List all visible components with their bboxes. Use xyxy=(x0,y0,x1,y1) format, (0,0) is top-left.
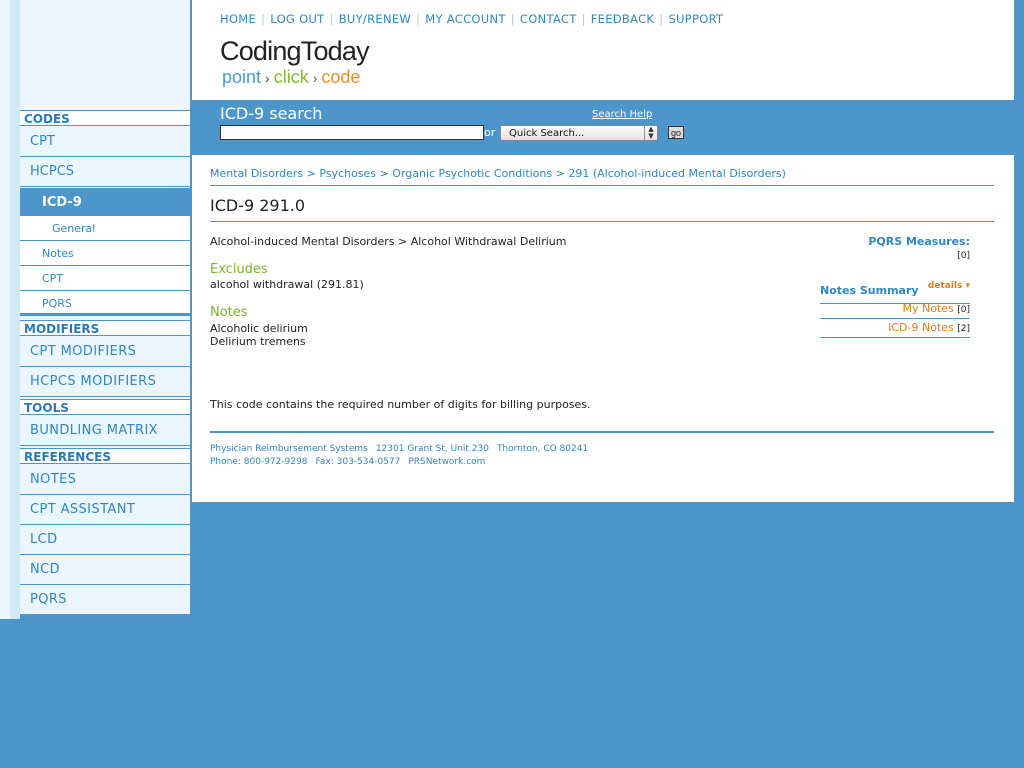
sidebar-item-cpt-modifiers[interactable]: CPT MODIFIERS xyxy=(20,337,190,367)
nav-contact-link[interactable]: CONTACT xyxy=(520,12,577,26)
sidebar-item-ncd[interactable]: NCD xyxy=(20,555,190,585)
footer-phone: Phone: 800-972-9298 xyxy=(210,457,308,467)
sidebar-sub-cpt[interactable]: CPT xyxy=(20,266,190,291)
icd9-notes-count: [2] xyxy=(957,324,970,334)
logo-tagline: point › click › code xyxy=(222,67,360,88)
tagline-click: click xyxy=(273,67,309,87)
header: HOME | LOG OUT | BUY/RENEW | MY ACCOUNT | CONTAC… xyxy=(192,0,1014,100)
left-strip xyxy=(0,0,10,619)
quick-search-value: Quick Search... xyxy=(509,128,585,139)
sidebar-item-notes[interactable]: NOTES xyxy=(20,465,190,495)
nav-separator: | xyxy=(416,12,421,26)
sidebar-header-tools: TOOLS xyxy=(20,399,190,415)
nav-buy-renew-link[interactable]: BUY/RENEW xyxy=(339,12,411,26)
footer-street: 12301 Grant St, Unit 230 xyxy=(375,444,489,454)
breadcrumb-mental-disorders[interactable]: Mental Disorders xyxy=(210,167,303,180)
page-title: ICD-9 291.0 xyxy=(210,196,994,222)
my-notes-row: My Notes [0] xyxy=(820,300,970,319)
top-nav: HOME | LOG OUT | BUY/RENEW | MY ACCOUNT | CONTAC… xyxy=(220,12,723,26)
pqrs-measures-label[interactable]: PQRS Measures: xyxy=(868,235,970,248)
main-content: Mental Disorders > Psychoses > Organic P… xyxy=(192,155,1014,502)
breadcrumb-psychoses[interactable]: Psychoses xyxy=(319,167,376,180)
select-arrows-icon: ▲ ▼ xyxy=(644,126,657,140)
notes-details-label[interactable]: details xyxy=(928,281,962,291)
tagline-arrow-icon: › xyxy=(312,70,318,86)
breadcrumb-separator: > xyxy=(379,167,389,180)
footer-divider xyxy=(210,431,994,433)
sidebar-item-lcd[interactable]: LCD xyxy=(20,525,190,555)
notes-heading: Notes xyxy=(210,305,248,320)
footer-company: Physician Reimbursement Systems xyxy=(210,444,368,454)
sidebar-item-hcpcs[interactable]: HCPCS xyxy=(20,157,190,187)
tagline-code: code xyxy=(321,67,361,87)
quick-search-select[interactable]: Quick Search... ▲ ▼ xyxy=(500,125,658,141)
icd9-notes-link[interactable]: ICD-9 Notes xyxy=(888,321,954,334)
pqrs-measures-count: [0] xyxy=(957,251,970,261)
breadcrumb-organic-psychotic[interactable]: Organic Psychotic Conditions xyxy=(392,167,552,180)
search-help-link[interactable]: Search Help xyxy=(592,109,652,120)
go-button[interactable]: go xyxy=(668,126,684,139)
my-notes-link[interactable]: My Notes xyxy=(902,302,953,315)
footer-fax: Fax: 303-534-0577 xyxy=(315,457,401,467)
breadcrumb-separator: > xyxy=(306,167,316,180)
search-input[interactable] xyxy=(220,125,484,140)
sidebar-sub-notes[interactable]: Notes xyxy=(20,241,190,266)
logo-title[interactable]: CodingToday xyxy=(220,36,370,67)
nav-separator: | xyxy=(329,12,334,26)
nav-separator: | xyxy=(581,12,586,26)
icd9-notes-row: ICD-9 Notes [2] xyxy=(820,319,970,338)
note-item: Alcoholic delirium xyxy=(210,322,308,335)
footer-site-link[interactable]: PRSNetwork.com xyxy=(408,457,485,467)
nav-separator: | xyxy=(659,12,664,26)
sidebar-item-hcpcs-modifiers[interactable]: HCPCS MODIFIERS xyxy=(20,367,190,397)
sidebar-header-modifiers: MODIFIERS xyxy=(20,320,190,336)
pqrs-measures[interactable]: PQRS Measures: [0] xyxy=(852,235,970,261)
nav-feedback-link[interactable]: FEEDBACK xyxy=(591,12,655,26)
tagline-point: point xyxy=(222,67,262,87)
sidebar-item-cpt[interactable]: CPT xyxy=(20,127,190,157)
notes-details-toggle[interactable]: details ▾ xyxy=(928,281,970,291)
sidebar-sub-general[interactable]: General xyxy=(20,216,190,241)
sidebar-header-references: REFERENCES xyxy=(20,448,190,464)
notes-summary-title: Notes Summary xyxy=(820,284,919,297)
search-bar: ICD-9 search Search Help or Quick Search… xyxy=(192,100,1014,155)
nav-my-account-link[interactable]: MY ACCOUNT xyxy=(425,12,505,26)
nav-support-link[interactable]: SUPPORT xyxy=(668,12,723,26)
left-strip-inner xyxy=(10,0,20,619)
excludes-text: alcohol withdrawal (291.81) xyxy=(210,278,364,291)
breadcrumb-separator: > xyxy=(555,167,565,180)
nav-logout-link[interactable]: LOG OUT xyxy=(270,12,324,26)
sidebar-header-codes: CODES xyxy=(20,110,190,126)
excludes-heading: Excludes xyxy=(210,262,268,277)
nav-separator: | xyxy=(510,12,515,26)
note-item: Delirium tremens xyxy=(210,335,306,348)
tagline-arrow-icon: › xyxy=(265,70,270,86)
breadcrumb-291[interactable]: 291 (Alcohol-induced Mental Disorders) xyxy=(568,167,786,180)
nav-home-link[interactable]: HOME xyxy=(220,12,256,26)
breadcrumb: Mental Disorders > Psychoses > Organic P… xyxy=(210,167,994,186)
chevron-down-icon: ▾ xyxy=(965,281,970,291)
sidebar-item-bundling-matrix[interactable]: BUNDLING MATRIX xyxy=(20,416,190,446)
footer-city: Thornton, CO 80241 xyxy=(496,444,589,454)
nav-separator: | xyxy=(261,12,266,26)
footer-contact: Phone: 800-972-9298 Fax: 303-534-0577 PRSN… xyxy=(210,457,485,467)
billing-note: This code contains the required number o… xyxy=(210,398,591,411)
sidebar-item-pqrs[interactable]: PQRS xyxy=(20,585,190,615)
sidebar-sub-pqrs[interactable]: PQRS xyxy=(20,291,190,316)
search-title: ICD-9 search xyxy=(220,104,323,123)
code-description: Alcohol-induced Mental Disorders > Alcoh… xyxy=(210,235,567,248)
search-or-label: or xyxy=(484,126,496,139)
my-notes-count: [0] xyxy=(957,305,970,315)
footer-address: Physician Reimbursement Systems 12301 Gra… xyxy=(210,444,588,454)
sidebar-item-cpt-assistant[interactable]: CPT ASSISTANT xyxy=(20,495,190,525)
sidebar-item-icd9[interactable]: ICD-9 xyxy=(20,188,190,218)
